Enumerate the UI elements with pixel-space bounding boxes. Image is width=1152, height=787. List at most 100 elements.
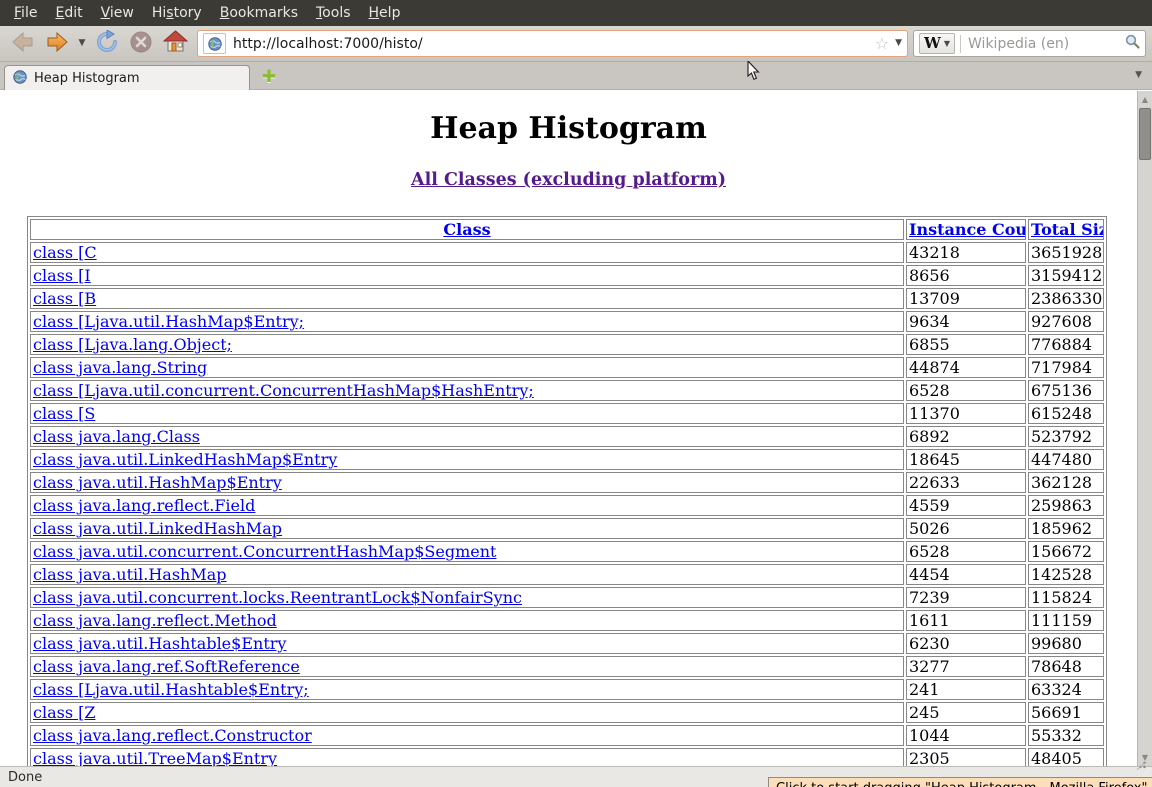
instance-count-cell: 11370 (906, 403, 1026, 424)
url-bar[interactable]: ☆ ▼ (197, 30, 908, 57)
home-button[interactable] (158, 28, 192, 60)
scrollbar-thumb[interactable] (1139, 108, 1151, 160)
class-link[interactable]: class java.util.concurrent.ConcurrentHas… (33, 542, 496, 561)
all-classes-link[interactable]: All Classes (excluding platform) (411, 170, 726, 190)
class-link[interactable]: class java.lang.ref.SoftReference (33, 657, 300, 676)
class-link[interactable]: class [Ljava.lang.Object; (33, 335, 232, 354)
search-engine-button[interactable]: W ▼ (919, 33, 956, 54)
menu-tools[interactable]: Tools (307, 1, 360, 25)
instance-count-cell: 245 (906, 702, 1026, 723)
class-link[interactable]: class [B (33, 289, 96, 308)
table-row: class java.util.concurrent.locks.Reentra… (30, 587, 1104, 608)
class-cell: class java.lang.reflect.Method (30, 610, 904, 631)
class-link[interactable]: class [I (33, 266, 91, 285)
instance-count-cell: 7239 (906, 587, 1026, 608)
class-link[interactable]: class java.util.HashMap (33, 565, 227, 584)
class-cell: class java.util.LinkedHashMap (30, 518, 904, 539)
total-size-cell: 111159 (1028, 610, 1104, 631)
scroll-up-button[interactable]: ▲ (1138, 92, 1152, 107)
search-magnifier-icon[interactable] (1125, 34, 1140, 53)
class-link[interactable]: class java.util.TreeMap$Entry (33, 749, 277, 766)
bookmark-star-icon[interactable]: ☆ (875, 35, 889, 52)
back-button[interactable] (6, 28, 40, 60)
class-cell: class java.util.HashMap (30, 564, 904, 585)
total-size-cell: 185962 (1028, 518, 1104, 539)
total-size-cell: 55332 (1028, 725, 1104, 746)
forward-icon (45, 31, 69, 57)
search-bar[interactable]: W ▼ (913, 30, 1146, 57)
search-input[interactable] (966, 34, 1125, 53)
instance-count-cell: 8656 (906, 265, 1026, 286)
table-row: class [S 11370 615248 (30, 403, 1104, 424)
class-cell: class [Ljava.util.concurrent.ConcurrentH… (30, 380, 904, 401)
vertical-scrollbar[interactable]: ▲ ▼ (1137, 91, 1152, 766)
class-link[interactable]: class java.lang.reflect.Method (33, 611, 277, 630)
class-cell: class [S (30, 403, 904, 424)
total-size-cell: 447480 (1028, 449, 1104, 470)
url-dropdown-icon[interactable]: ▼ (895, 39, 902, 48)
table-row: class java.util.concurrent.ConcurrentHas… (30, 541, 1104, 562)
reload-button[interactable] (90, 28, 124, 60)
forward-button[interactable] (40, 28, 74, 60)
class-link[interactable]: class java.lang.reflect.Field (33, 496, 255, 515)
class-link[interactable]: class java.lang.reflect.Constructor (33, 726, 312, 745)
instance-count-sort-link[interactable]: Instance Count (909, 220, 1025, 239)
heap-table-body: class [C 43218 3651928 class [I 8656 3159412 c… (30, 242, 1104, 766)
class-link[interactable]: class [Z (33, 703, 95, 722)
page-title: Heap Histogram (430, 111, 707, 146)
stop-button[interactable] (124, 28, 158, 60)
class-link[interactable]: class java.util.Hashtable$Entry (33, 634, 286, 653)
class-link[interactable]: class java.util.concurrent.locks.Reentra… (33, 588, 522, 607)
resize-grip-icon[interactable] (1134, 755, 1147, 774)
class-link[interactable]: class [Ljava.util.HashMap$Entry; (33, 312, 304, 331)
total-size-sort-link[interactable]: Total Size (1031, 220, 1103, 239)
instance-count-cell: 6892 (906, 426, 1026, 447)
menu-bookmarks[interactable]: Bookmarks (211, 1, 307, 25)
new-tab-button[interactable]: ✚ (258, 67, 280, 87)
total-size-cell: 927608 (1028, 311, 1104, 332)
table-row: class java.lang.ref.SoftReference 3277 786… (30, 656, 1104, 677)
url-input[interactable] (231, 34, 871, 53)
instance-count-cell: 6528 (906, 541, 1026, 562)
class-cell: class java.util.LinkedHashMap$Entry (30, 449, 904, 470)
page-content: Heap Histogram All Classes (excluding pl… (0, 91, 1152, 766)
instance-count-cell: 44874 (906, 357, 1026, 378)
class-link[interactable]: class [Ljava.util.Hashtable$Entry; (33, 680, 309, 699)
class-cell: class [Ljava.util.Hashtable$Entry; (30, 679, 904, 700)
class-sort-link[interactable]: Class (443, 220, 490, 239)
instance-count-cell: 4454 (906, 564, 1026, 585)
tab-overflow-dropdown-icon[interactable]: ▼ (1135, 71, 1142, 80)
table-row: class java.util.LinkedHashMap$Entry 18645… (30, 449, 1104, 470)
class-link[interactable]: class java.util.LinkedHashMap$Entry (33, 450, 337, 469)
total-size-cell: 675136 (1028, 380, 1104, 401)
menu-edit[interactable]: Edit (46, 1, 91, 25)
table-row: class [B 13709 2386330 (30, 288, 1104, 309)
class-link[interactable]: class java.lang.String (33, 358, 207, 377)
table-row: class [Ljava.lang.Object; 6855 776884 (30, 334, 1104, 355)
browser-window: File Edit View History Bookmarks Tools Help (0, 0, 1152, 787)
instance-count-cell: 13709 (906, 288, 1026, 309)
class-cell: class java.lang.Class (30, 426, 904, 447)
class-link[interactable]: class [C (33, 243, 97, 262)
class-cell: class java.util.TreeMap$Entry (30, 748, 904, 766)
table-row: class java.lang.String 44874 717984 (30, 357, 1104, 378)
instance-count-cell: 5026 (906, 518, 1026, 539)
instance-count-cell: 22633 (906, 472, 1026, 493)
menu-file[interactable]: File (5, 1, 46, 25)
class-link[interactable]: class [Ljava.util.concurrent.ConcurrentH… (33, 381, 534, 400)
total-size-cell: 615248 (1028, 403, 1104, 424)
menu-bar: File Edit View History Bookmarks Tools Help (0, 0, 1152, 26)
class-link[interactable]: class [S (33, 404, 95, 423)
class-link[interactable]: class java.util.HashMap$Entry (33, 473, 282, 492)
class-link[interactable]: class java.util.LinkedHashMap (33, 519, 282, 538)
menu-history[interactable]: History (143, 1, 211, 25)
tab-heap-histogram[interactable]: Heap Histogram (4, 65, 250, 90)
menu-view[interactable]: View (92, 1, 143, 25)
menu-help[interactable]: Help (360, 1, 410, 25)
class-link[interactable]: class java.lang.Class (33, 427, 200, 446)
total-size-cell: 156672 (1028, 541, 1104, 562)
total-size-cell: 3651928 (1028, 242, 1104, 263)
table-row: class java.util.HashMap 4454 142528 (30, 564, 1104, 585)
total-size-cell: 776884 (1028, 334, 1104, 355)
forward-history-dropdown[interactable]: ▼ (74, 28, 90, 60)
